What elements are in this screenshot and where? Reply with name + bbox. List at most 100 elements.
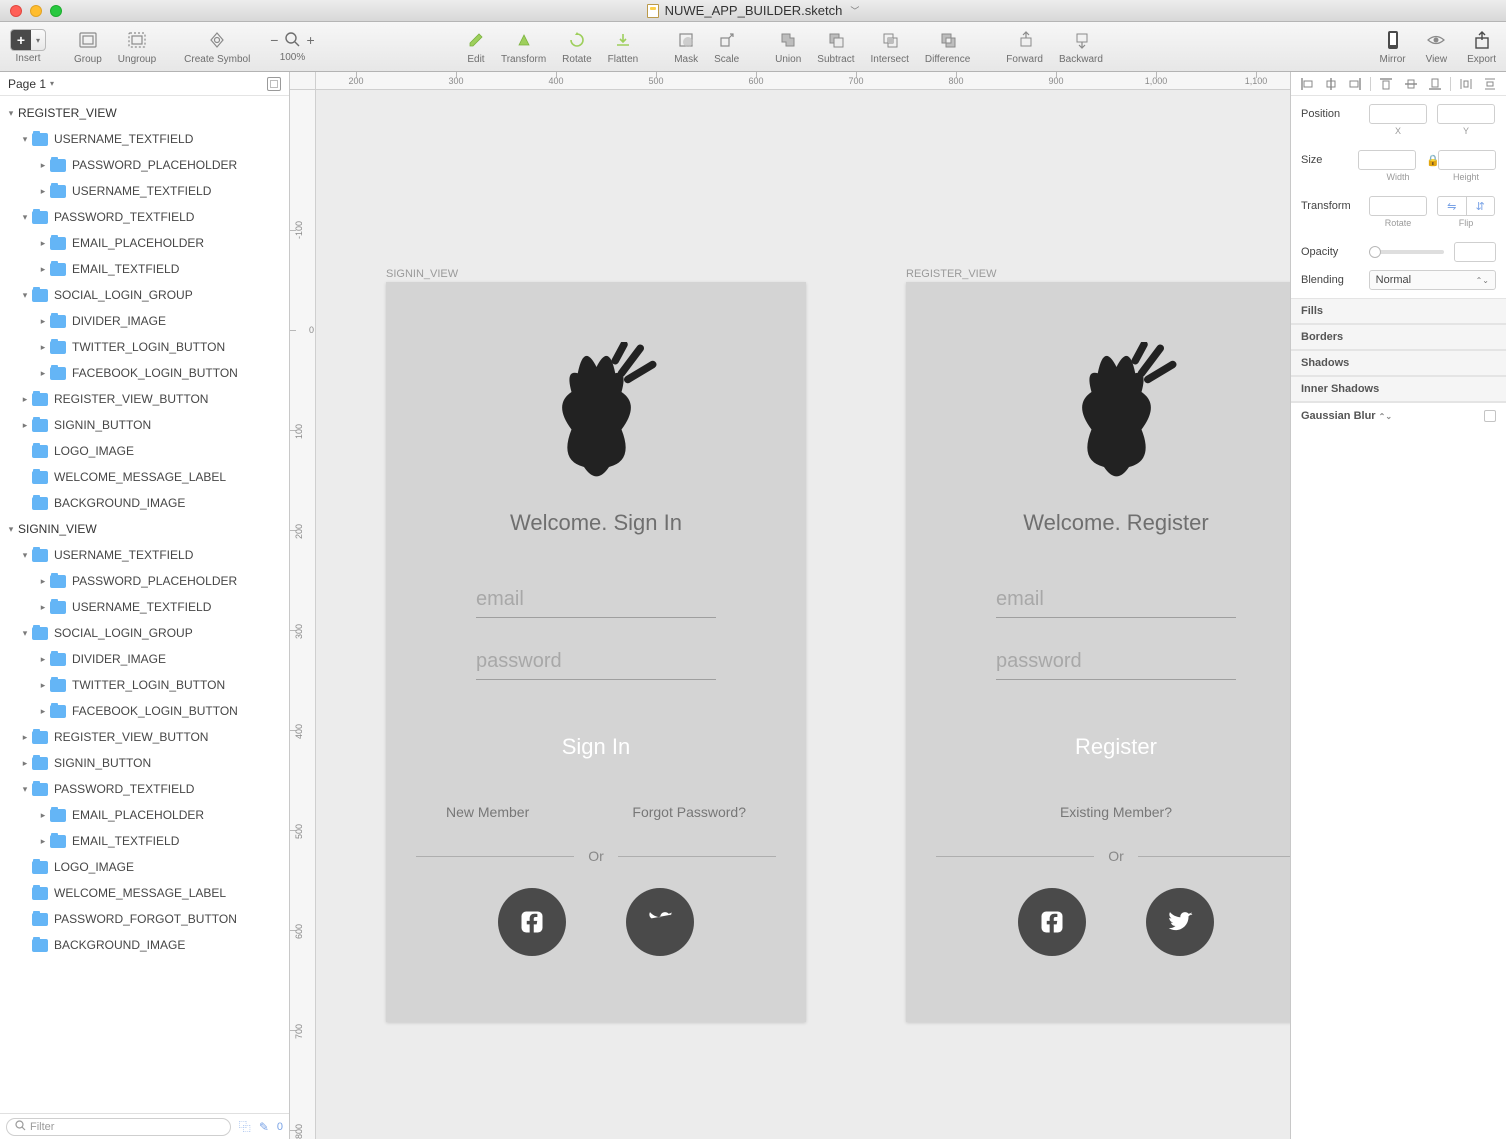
opacity-input[interactable]	[1454, 242, 1496, 262]
backward-button[interactable]: Backward	[1051, 28, 1111, 65]
align-left-button[interactable]	[1298, 76, 1316, 92]
layer-item[interactable]: ▸SIGNIN_BUTTON	[0, 750, 289, 776]
export-button[interactable]: Export	[1457, 22, 1506, 71]
canvas-area[interactable]: 2003004005006007008009001,0001,100 -1000…	[290, 72, 1290, 1139]
layer-item[interactable]: ▸PASSWORD_PLACEHOLDER	[0, 568, 289, 594]
layer-group[interactable]: ▾SOCIAL_LOGIN_GROUP	[0, 282, 289, 308]
height-input[interactable]	[1438, 150, 1496, 170]
layer-item[interactable]: ▸TWITTER_LOGIN_BUTTON	[0, 334, 289, 360]
artboard-signin[interactable]: Welcome. Sign In Sign In New Member Forg…	[386, 282, 806, 1022]
window-zoom-button[interactable]	[50, 5, 62, 17]
scale-button[interactable]: Scale	[706, 28, 747, 65]
layer-item[interactable]: ▸TWITTER_LOGIN_BUTTON	[0, 672, 289, 698]
new-member-link[interactable]: New Member	[446, 804, 529, 820]
forgot-password-link[interactable]: Forgot Password?	[632, 804, 746, 820]
window-minimize-button[interactable]	[30, 5, 42, 17]
union-button[interactable]: Union	[767, 28, 809, 65]
artboard-icon[interactable]	[267, 77, 281, 91]
flatten-button[interactable]: Flatten	[600, 28, 647, 65]
layer-item[interactable]: BACKGROUND_IMAGE	[0, 932, 289, 958]
distribute-v-button[interactable]	[1481, 76, 1499, 92]
lock-icon[interactable]: 🔒	[1426, 154, 1438, 167]
forward-button[interactable]: Forward	[998, 28, 1051, 65]
create-symbol-button[interactable]: Create Symbol	[174, 22, 260, 71]
layer-group[interactable]: ▾PASSWORD_TEXTFIELD	[0, 776, 289, 802]
subtract-button[interactable]: Subtract	[809, 28, 862, 65]
layer-item[interactable]: ▸SIGNIN_BUTTON	[0, 412, 289, 438]
position-x-input[interactable]	[1369, 104, 1427, 124]
ungroup-button[interactable]: Ungroup	[110, 28, 164, 65]
mirror-button[interactable]: Mirror	[1369, 22, 1415, 71]
layer-item[interactable]: PASSWORD_FORGOT_BUTTON	[0, 906, 289, 932]
layer-item[interactable]: ▸EMAIL_TEXTFIELD	[0, 828, 289, 854]
artboard-label[interactable]: REGISTER_VIEW	[906, 268, 996, 280]
window-close-button[interactable]	[10, 5, 22, 17]
shadows-section[interactable]: Shadows	[1291, 350, 1506, 376]
layer-group[interactable]: ▾USERNAME_TEXTFIELD	[0, 542, 289, 568]
borders-section[interactable]: Borders	[1291, 324, 1506, 350]
flip-h-icon[interactable]: ⇋	[1438, 197, 1467, 215]
layer-item[interactable]: ▸FACEBOOK_LOGIN_BUTTON	[0, 698, 289, 724]
layer-item[interactable]: ▸USERNAME_TEXTFIELD	[0, 594, 289, 620]
signin-button[interactable]: Sign In	[562, 734, 631, 760]
edit-button[interactable]: Edit	[459, 28, 493, 65]
zoom-out-button[interactable]: −	[270, 32, 278, 48]
mask-button[interactable]: Mask	[666, 28, 706, 65]
layer-item[interactable]: ▸EMAIL_PLACEHOLDER	[0, 230, 289, 256]
difference-button[interactable]: Difference	[917, 28, 978, 65]
align-top-button[interactable]	[1377, 76, 1395, 92]
align-vcenter-button[interactable]	[1402, 76, 1420, 92]
intersect-button[interactable]: Intersect	[863, 28, 917, 65]
layer-item[interactable]: LOGO_IMAGE	[0, 438, 289, 464]
align-hcenter-button[interactable]	[1322, 76, 1340, 92]
layer-item[interactable]: ▸REGISTER_VIEW_BUTTON	[0, 724, 289, 750]
layer-item[interactable]: ▸DIVIDER_IMAGE	[0, 308, 289, 334]
horizontal-ruler[interactable]: 2003004005006007008009001,0001,100	[316, 72, 1290, 90]
register-button[interactable]: Register	[1075, 734, 1157, 760]
copies-icon[interactable]: ⿻	[239, 1118, 251, 1135]
flip-v-icon[interactable]: ⇵	[1467, 197, 1495, 215]
filter-input[interactable]: Filter	[6, 1118, 231, 1136]
email-field[interactable]	[996, 582, 1236, 618]
ruler-origin[interactable]	[290, 72, 316, 90]
email-field[interactable]	[476, 582, 716, 618]
artboard-register[interactable]: Welcome. Register Register Existing Memb…	[906, 282, 1290, 1022]
blur-checkbox[interactable]	[1484, 410, 1496, 422]
vertical-ruler[interactable]: -1000100200300400500600700800	[290, 90, 316, 1139]
blending-select[interactable]: Normal⌃⌄	[1369, 270, 1496, 290]
flip-segment[interactable]: ⇋⇵	[1437, 196, 1495, 216]
distribute-h-button[interactable]	[1457, 76, 1475, 92]
layer-item[interactable]: ▸DIVIDER_IMAGE	[0, 646, 289, 672]
layer-group[interactable]: ▾PASSWORD_TEXTFIELD	[0, 204, 289, 230]
facebook-login-button[interactable]	[498, 888, 566, 956]
insert-button[interactable]: + ▾ Insert	[0, 22, 56, 71]
zoom-in-button[interactable]: +	[306, 32, 314, 48]
layer-group[interactable]: ▾SOCIAL_LOGIN_GROUP	[0, 620, 289, 646]
align-right-button[interactable]	[1346, 76, 1364, 92]
slice-icon[interactable]: ✎	[259, 1120, 269, 1134]
rotate-button[interactable]: Rotate	[554, 28, 599, 65]
rotate-input[interactable]	[1369, 196, 1427, 216]
opacity-slider[interactable]	[1369, 250, 1444, 254]
layer-group[interactable]: ▾USERNAME_TEXTFIELD	[0, 126, 289, 152]
layer-item[interactable]: ▸EMAIL_PLACEHOLDER	[0, 802, 289, 828]
layer-item[interactable]: BACKGROUND_IMAGE	[0, 490, 289, 516]
group-button[interactable]: Group	[66, 28, 110, 65]
layer-item[interactable]: ▸PASSWORD_PLACEHOLDER	[0, 152, 289, 178]
align-bottom-button[interactable]	[1426, 76, 1444, 92]
gaussian-blur-section[interactable]: Gaussian Blur ⌃⌄	[1291, 402, 1506, 428]
twitter-login-button[interactable]	[626, 888, 694, 956]
transform-button[interactable]: Transform	[493, 28, 554, 65]
layer-item[interactable]: LOGO_IMAGE	[0, 854, 289, 880]
layer-item[interactable]: ▸EMAIL_TEXTFIELD	[0, 256, 289, 282]
layer-item[interactable]: WELCOME_MESSAGE_LABEL	[0, 464, 289, 490]
password-field[interactable]	[996, 644, 1236, 680]
existing-member-link[interactable]: Existing Member?	[1060, 804, 1172, 820]
layer-item[interactable]: ▸FACEBOOK_LOGIN_BUTTON	[0, 360, 289, 386]
facebook-login-button[interactable]	[1018, 888, 1086, 956]
width-input[interactable]	[1358, 150, 1416, 170]
artboard-label[interactable]: SIGNIN_VIEW	[386, 268, 458, 280]
layer-item[interactable]: ▸REGISTER_VIEW_BUTTON	[0, 386, 289, 412]
page-selector[interactable]: Page 1 ▾	[0, 72, 289, 96]
view-button[interactable]: View	[1416, 22, 1458, 71]
